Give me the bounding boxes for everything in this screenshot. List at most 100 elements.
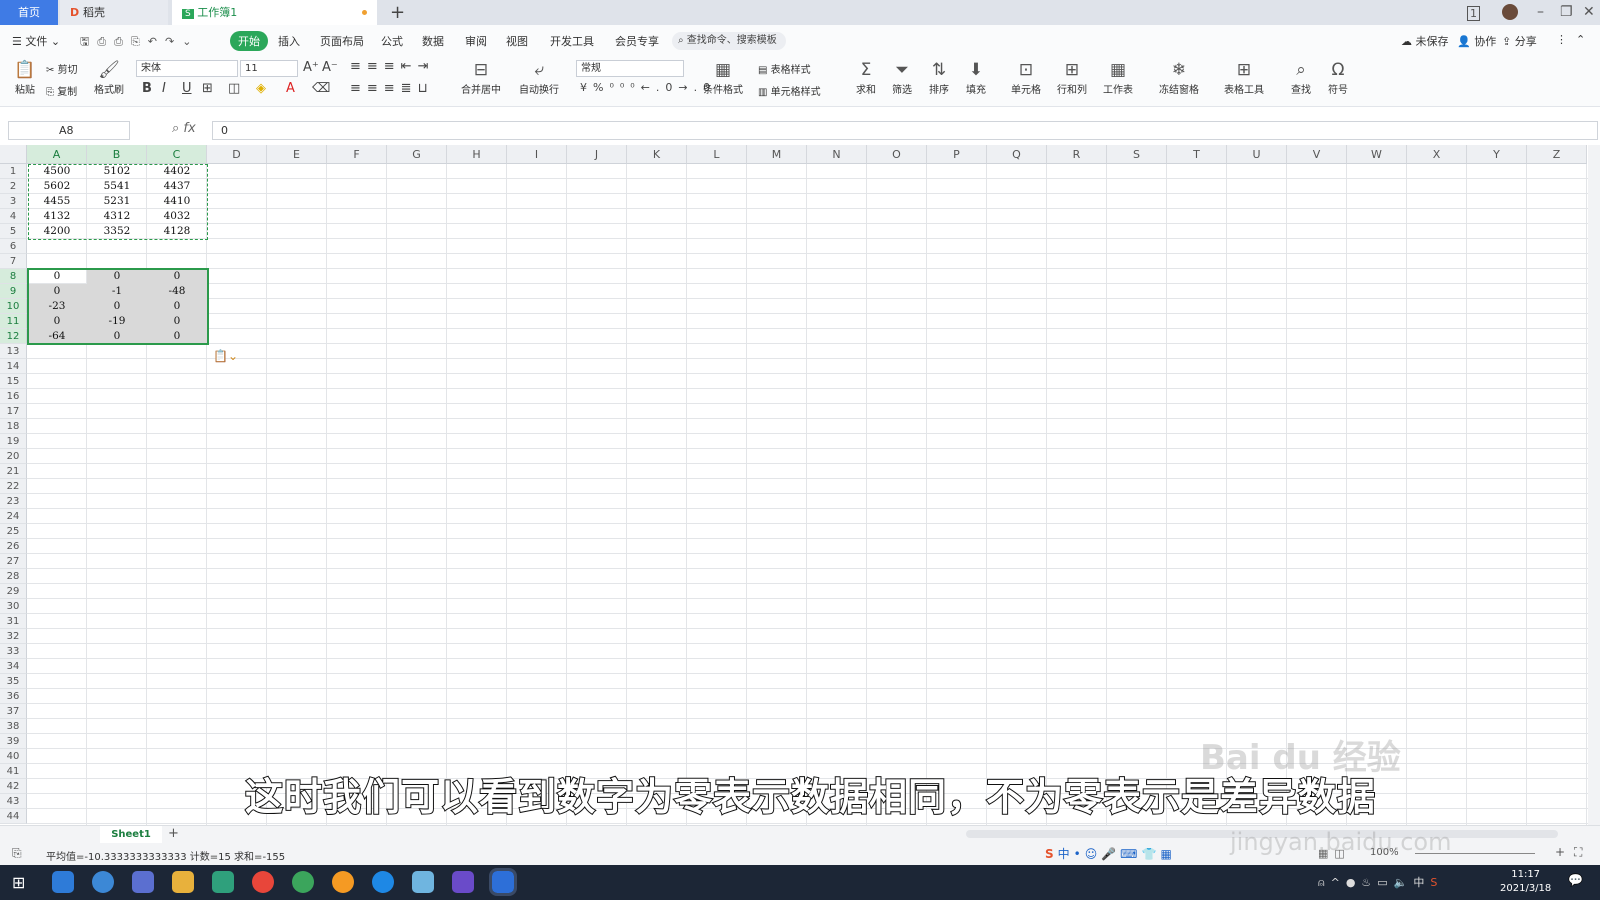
column-header-r[interactable]: R [1047,145,1107,164]
vertical-align-icons[interactable]: ≡≡≡⇤⇥ [350,59,434,74]
row-header-22[interactable]: 22 [0,479,27,494]
sum-button[interactable]: Σ 求和 [851,59,881,96]
column-header-i[interactable]: I [507,145,567,164]
app-icon-feather[interactable] [52,871,74,893]
column-header-h[interactable]: H [447,145,507,164]
menu-insert[interactable]: 插入 [278,33,300,49]
rowcol-button[interactable]: ⊞ 行和列 [1052,59,1092,96]
column-header-v[interactable]: V [1287,145,1347,164]
worksheet-button[interactable]: ▦ 工作表 [1098,59,1138,96]
row-header-12[interactable]: 12 [0,329,27,344]
row-header-6[interactable]: 6 [0,239,27,254]
row-header-2[interactable]: 2 [0,179,27,194]
avatar[interactable] [1502,4,1518,20]
row-header-33[interactable]: 33 [0,644,27,659]
column-header-y[interactable]: Y [1467,145,1527,164]
menu-data[interactable]: 数据 [422,33,444,49]
row-header-43[interactable]: 43 [0,794,27,809]
share-button[interactable]: ⇪ 分享 [1502,33,1537,49]
row-header-5[interactable]: 5 [0,224,27,239]
row-header-27[interactable]: 27 [0,554,27,569]
wps-taskbar-icon[interactable] [489,868,517,896]
sort-button[interactable]: ⇅ 排序 [924,59,954,96]
column-header-s[interactable]: S [1107,145,1167,164]
column-header-b[interactable]: B [87,145,147,164]
row-header-23[interactable]: 23 [0,494,27,509]
ime-toolbar-icons[interactable]: S中•☺🎤⌨👕▦ [1045,845,1176,862]
paste-button[interactable]: 📋 粘贴 [8,59,42,96]
menu-dev[interactable]: 开发工具 [550,33,594,49]
new-tab-button[interactable]: + [390,2,405,23]
conditional-format-button[interactable]: ▦ 条件格式 [700,59,746,96]
row-header-15[interactable]: 15 [0,374,27,389]
name-box[interactable]: A8 [8,121,130,140]
format-painter-button[interactable]: 🖌 格式刷 [92,59,126,96]
number-format-icons[interactable]: ¥%⁰⁰⁰←.0→.0 [580,81,716,94]
tab-workbook[interactable]: S 工作簿1 [172,0,377,25]
column-header-x[interactable]: X [1407,145,1467,164]
row-header-16[interactable]: 16 [0,389,27,404]
page-view-icon[interactable]: 1 [1467,6,1480,21]
fullscreen-icon[interactable]: ⛶ [1574,845,1582,860]
vertical-scrollbar[interactable] [1588,145,1600,825]
column-header-d[interactable]: D [207,145,267,164]
windows-start-icon[interactable]: ⊞ [12,873,25,892]
tab-daoke[interactable]: D 稻壳 [60,0,168,25]
font-color-icon[interactable]: A [286,81,295,96]
bold-icon[interactable]: B [142,81,152,96]
command-search-input[interactable]: ⌕ 查找命令、搜索模板 [672,32,786,50]
row-header-7[interactable]: 7 [0,254,27,269]
increase-font-icon[interactable]: A⁺ [303,60,319,75]
fx-icon[interactable]: ⌕ fx [172,121,196,136]
row-header-32[interactable]: 32 [0,629,27,644]
more-icon[interactable]: ⋮ [1556,33,1567,46]
row-header-37[interactable]: 37 [0,704,27,719]
browser-icon[interactable] [252,871,274,893]
paste-options-icon[interactable]: 📋⌄ [213,349,238,363]
number-format-select[interactable]: 常规 [576,60,684,77]
spreadsheet-grid[interactable]: ABCDEFGHIJKLMNOPQRSTUVWXYZ 1 2 3 4 5 6 7 8 9 10 11… [0,145,1600,825]
column-header-a[interactable]: A [27,145,87,164]
minimize-icon[interactable]: – [1537,4,1544,20]
clear-format-icon[interactable]: ⌫ [312,81,330,96]
chrome-icon[interactable] [292,871,314,893]
row-header-3[interactable]: 3 [0,194,27,209]
row-header-10[interactable]: 10 [0,299,27,314]
row-header-24[interactable]: 24 [0,509,27,524]
row-header-44[interactable]: 44 [0,809,27,824]
row-header-18[interactable]: 18 [0,419,27,434]
notification-icon[interactable]: 💬 [1568,873,1583,887]
row-header-14[interactable]: 14 [0,359,27,374]
menu-vip[interactable]: 会员专享 [615,33,659,49]
italic-icon[interactable]: I [162,81,166,96]
font-size-select[interactable]: 11 [240,60,298,77]
column-header-j[interactable]: J [567,145,627,164]
app-icon-notes[interactable] [412,871,434,893]
column-header-u[interactable]: U [1227,145,1287,164]
column-header-z[interactable]: Z [1527,145,1587,164]
menu-file[interactable]: ☰ 文件 ⌄ [12,33,60,49]
tab-home[interactable]: 首页 [0,0,58,25]
add-sheet-button[interactable]: + [168,826,179,841]
app-icon-shield[interactable] [212,871,234,893]
column-header-f[interactable]: F [327,145,387,164]
file-explorer-icon[interactable] [172,871,194,893]
symbol-button[interactable]: Ω 符号 [1323,59,1353,96]
freeze-panes-button[interactable]: ❄ 冻结窗格 [1153,59,1205,96]
menu-review[interactable]: 审阅 [465,33,487,49]
row-header-20[interactable]: 20 [0,449,27,464]
row-header-25[interactable]: 25 [0,524,27,539]
row-header-26[interactable]: 26 [0,539,27,554]
row-header-41[interactable]: 41 [0,764,27,779]
horizontal-align-icons[interactable]: ≡≡≡≣⊔ [350,81,434,96]
collapse-ribbon-icon[interactable]: ⌃ [1576,33,1585,46]
column-header-n[interactable]: N [807,145,867,164]
unsaved-button[interactable]: ☁ 未保存 [1401,33,1449,49]
row-header-17[interactable]: 17 [0,404,27,419]
menu-start[interactable]: 开始 [230,31,268,51]
row-header-38[interactable]: 38 [0,719,27,734]
app-icon-q[interactable] [372,871,394,893]
row-header-34[interactable]: 34 [0,659,27,674]
border-icon[interactable]: ⊞ [202,81,213,96]
row-header-8[interactable]: 8 [0,269,27,284]
